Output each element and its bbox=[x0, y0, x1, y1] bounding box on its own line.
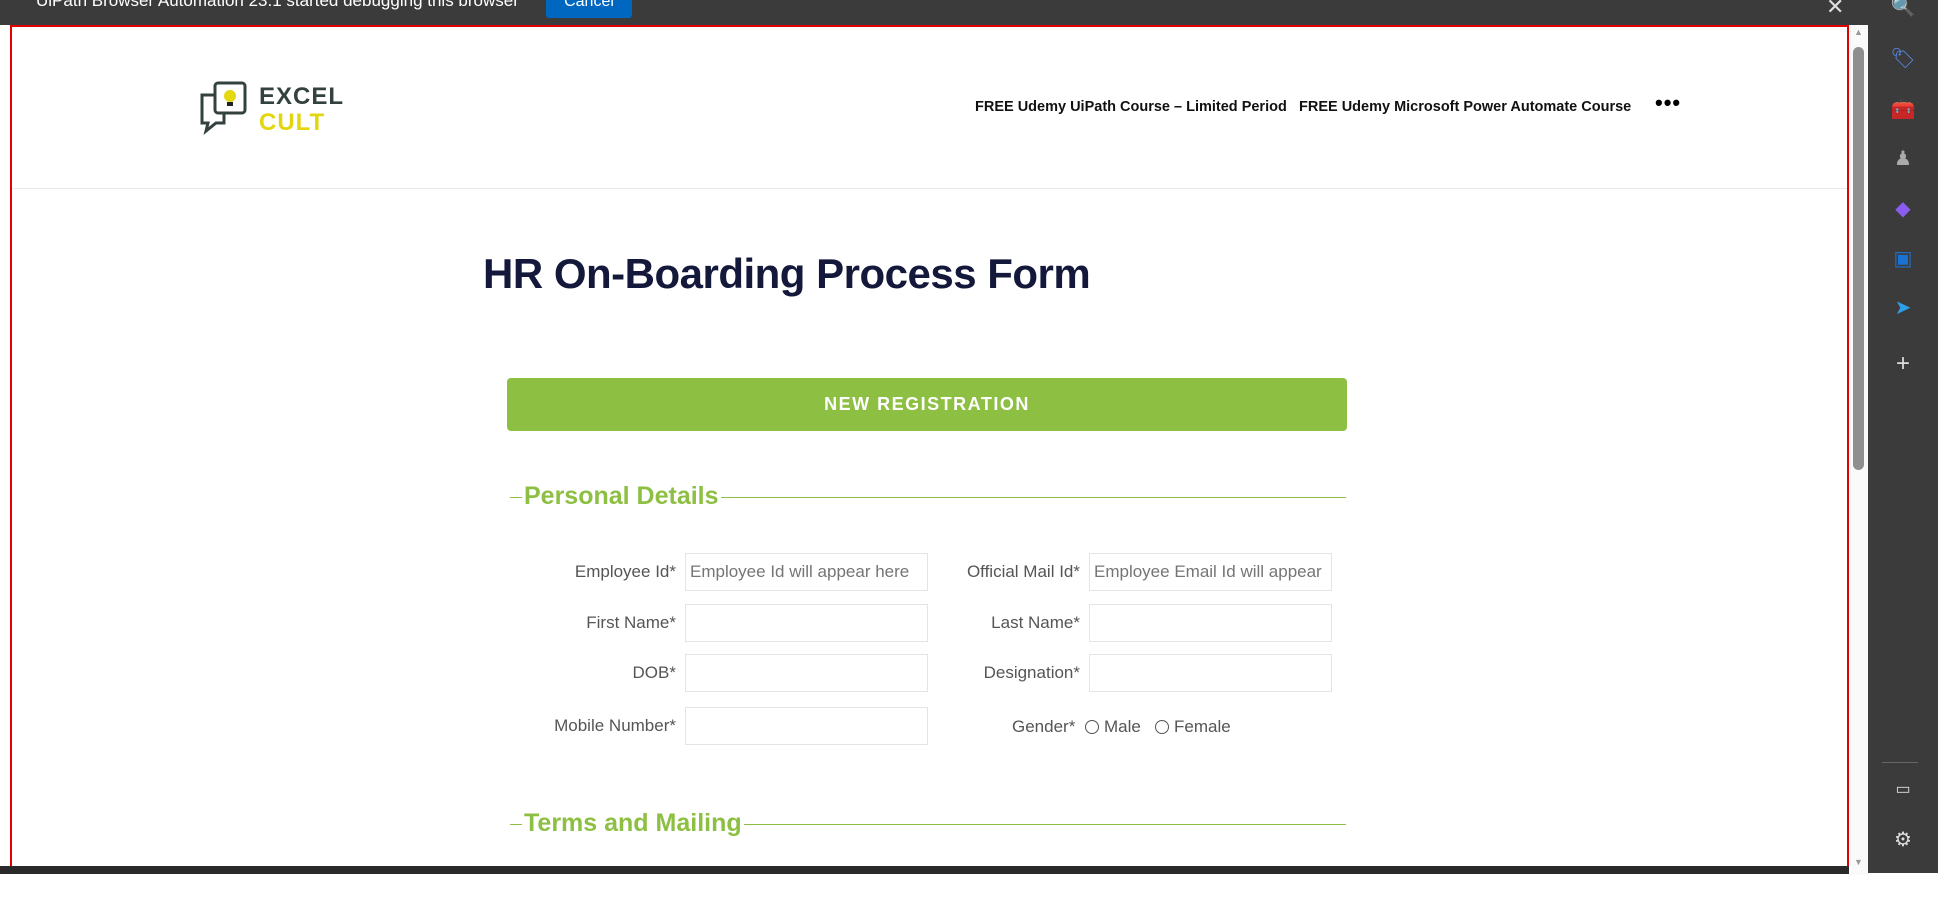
logo-text-excel: EXCEL bbox=[259, 83, 345, 110]
debug-banner: UiPath Browser Automation 23.1 started d… bbox=[0, 0, 1868, 25]
section-title: Personal Details bbox=[522, 482, 721, 511]
copilot-icon[interactable]: ◆ bbox=[1888, 196, 1918, 222]
designation-label: Designation* bbox=[983, 663, 1080, 682]
chat-bulb-icon bbox=[200, 81, 247, 135]
more-menu-button[interactable]: ••• bbox=[1655, 90, 1681, 116]
scrollbar-thumb[interactable] bbox=[1853, 47, 1864, 470]
employee-id-label: Employee Id* bbox=[574, 562, 676, 581]
cancel-button[interactable]: Cancel bbox=[546, 0, 632, 18]
terms-mailing-section: Terms and Mailing bbox=[510, 809, 1346, 838]
web-page: EXCEL CULT FREE Udemy UiPath Course – Li… bbox=[10, 25, 1849, 874]
last-name-label: Last Name* bbox=[991, 613, 1080, 632]
mobile-number-label: Mobile Number* bbox=[554, 716, 676, 735]
dob-label: DOB* bbox=[632, 663, 676, 682]
outlook-icon[interactable]: ▣ bbox=[1888, 246, 1918, 272]
official-mail-input[interactable] bbox=[1089, 553, 1332, 591]
chess-icon[interactable]: ♟ bbox=[1888, 146, 1918, 172]
gear-icon[interactable]: ⚙ bbox=[1888, 827, 1918, 853]
logo-text-cult: CULT bbox=[259, 109, 326, 136]
gender-label: Gender* bbox=[1012, 717, 1076, 736]
banner-text: UiPath Browser Automation 23.1 started d… bbox=[36, 0, 519, 10]
official-mail-label: Official Mail Id* bbox=[966, 562, 1080, 581]
page-title: HR On-Boarding Process Form bbox=[483, 250, 1091, 297]
nav-power-automate-course[interactable]: FREE Udemy Microsoft Power Automate Cour… bbox=[1299, 99, 1631, 115]
tag-icon[interactable]: 🏷 bbox=[1888, 46, 1918, 72]
search-icon[interactable]: 🔍 bbox=[1888, 0, 1918, 20]
last-name-input[interactable] bbox=[1089, 604, 1332, 642]
vertical-scrollbar[interactable]: ▲ ▼ bbox=[1849, 25, 1868, 875]
gender-female-radio[interactable] bbox=[1155, 720, 1169, 734]
site-header: EXCEL CULT FREE Udemy UiPath Course – Li… bbox=[12, 27, 1847, 189]
first-name-label: First Name* bbox=[586, 613, 676, 632]
designation-input[interactable] bbox=[1089, 654, 1332, 692]
nav-uipath-course[interactable]: FREE Udemy UiPath Course – Limited Perio… bbox=[975, 99, 1287, 115]
employee-id-input[interactable] bbox=[685, 553, 928, 591]
dob-input[interactable] bbox=[685, 654, 928, 692]
gender-female-label[interactable]: Female bbox=[1174, 717, 1231, 737]
toolbox-icon[interactable]: 🧰 bbox=[1888, 97, 1918, 123]
gender-male-radio[interactable] bbox=[1085, 720, 1099, 734]
new-registration-button[interactable]: NEW REGISTRATION bbox=[507, 378, 1347, 431]
gender-male-label[interactable]: Male bbox=[1104, 717, 1141, 737]
send-icon[interactable]: ➤ bbox=[1888, 295, 1918, 321]
bottom-bar bbox=[0, 866, 1868, 874]
close-icon[interactable]: ✕ bbox=[1826, 0, 1844, 20]
scroll-up-icon[interactable]: ▲ bbox=[1854, 27, 1863, 37]
plus-icon[interactable]: + bbox=[1888, 351, 1918, 377]
sidebar-toggle-icon[interactable]: ▭ bbox=[1888, 777, 1918, 803]
scroll-down-icon[interactable]: ▼ bbox=[1854, 857, 1863, 867]
section-title: Terms and Mailing bbox=[522, 809, 744, 838]
mobile-number-input[interactable] bbox=[685, 707, 928, 745]
first-name-input[interactable] bbox=[685, 604, 928, 642]
edge-sidebar: 🔍 🏷 🧰 ♟ ◆ ▣ ➤ + ▭ ⚙ bbox=[1868, 0, 1938, 873]
sidebar-divider bbox=[1882, 762, 1918, 763]
personal-details-section: Personal Details bbox=[510, 482, 1346, 511]
excelcult-logo[interactable]: EXCEL CULT bbox=[198, 81, 348, 137]
